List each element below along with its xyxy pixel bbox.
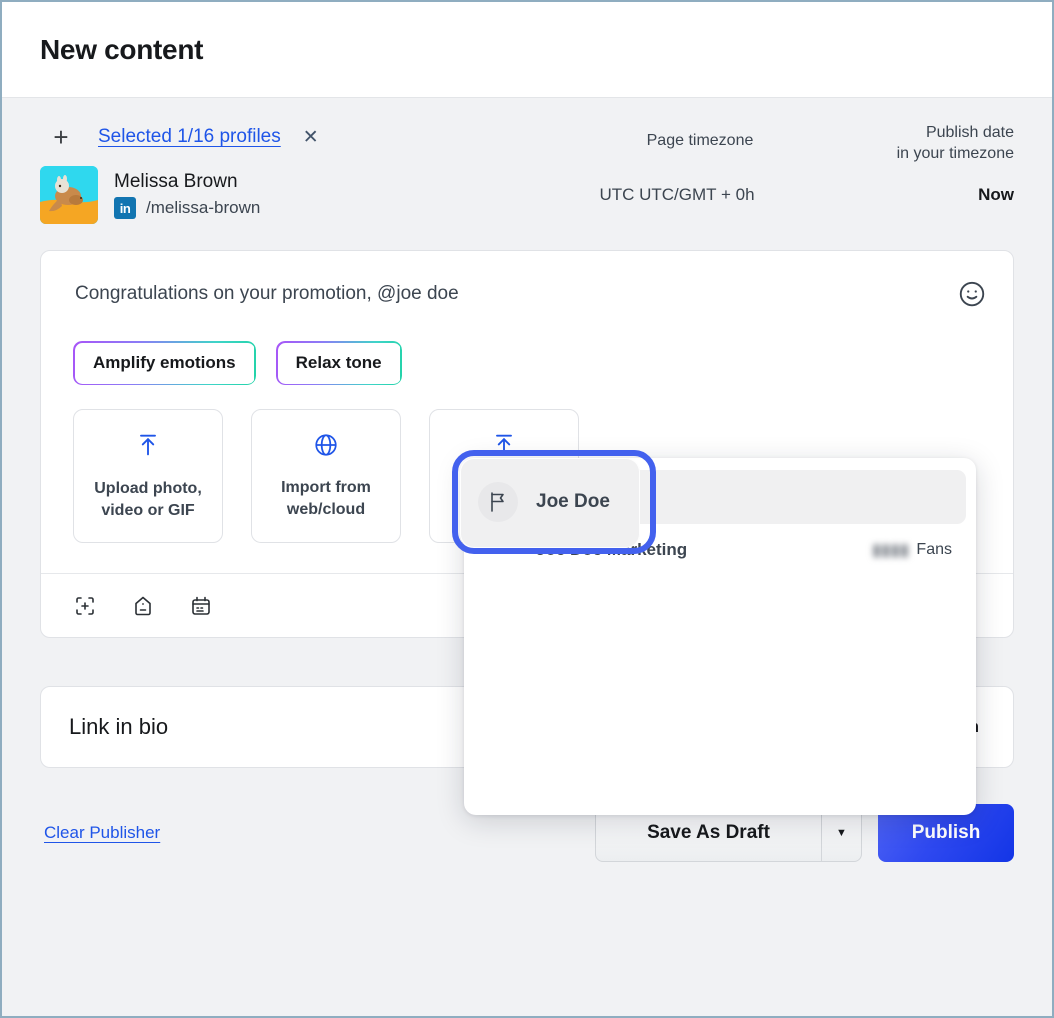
ai-chip-label: Relax tone	[296, 353, 382, 373]
tag-icon[interactable]	[131, 594, 155, 618]
fans-count: ▮▮▮▮ Fans	[872, 540, 952, 560]
post-text-input[interactable]: Congratulations on your promotion, @joe …	[75, 281, 957, 307]
media-card-line1: Import from	[281, 477, 371, 499]
avatar	[40, 166, 98, 224]
import-web-cloud-card[interactable]: Import from web/cloud	[251, 409, 401, 543]
mention-selected-label: Joe Doe	[536, 491, 610, 513]
smiley-icon[interactable]	[957, 279, 987, 314]
media-card-line1: Upload photo,	[94, 478, 202, 500]
ai-suggestion-chips: Amplify emotions Relax tone	[41, 314, 1013, 385]
profile-text: Melissa Brown in /melissa-brown	[114, 171, 260, 219]
fans-label: Fans	[916, 541, 952, 559]
mention-selected-item[interactable]: Joe Doe	[478, 482, 610, 522]
profile-handle-row: in /melissa-brown	[114, 197, 260, 219]
editor-text-row: Congratulations on your promotion, @joe …	[41, 251, 1013, 314]
flag-icon	[478, 482, 518, 522]
window-titlebar: New content	[2, 2, 1052, 98]
publisher-body: Page timezone Publish date in your timez…	[2, 98, 1052, 1016]
media-card-line2: video or GIF	[94, 500, 202, 522]
publisher-window: New content Page timezone Publish date i…	[0, 0, 1054, 1018]
profile-publish-date[interactable]: Now	[814, 185, 1014, 205]
crop-frame-icon[interactable]	[73, 594, 97, 618]
linkedin-icon: in	[114, 197, 136, 219]
media-card-line2: web/cloud	[281, 499, 371, 521]
ai-chip-relax-tone[interactable]: Relax tone	[276, 341, 402, 385]
selected-profiles-link[interactable]: Selected 1/16 profiles	[98, 126, 281, 148]
ai-chip-label: Amplify emotions	[93, 353, 236, 373]
link-in-bio-title: Link in bio	[69, 714, 168, 740]
mention-suggestion-popup: Joe Doe Marketing ▮▮▮▮ Fans Joe Doe	[464, 458, 976, 815]
calendar-icon[interactable]	[189, 594, 213, 618]
upload-icon	[134, 431, 162, 464]
profile-timezone[interactable]: UTC UTC/GMT + 0h	[562, 185, 792, 205]
upload-media-card[interactable]: Upload photo, video or GIF	[73, 409, 223, 543]
fans-count-value: ▮▮▮▮	[872, 540, 909, 560]
profile-name: Melissa Brown	[114, 171, 260, 193]
profile-selector-row: + Selected 1/16 profiles ✕	[40, 98, 1014, 158]
selected-profile-row: Melissa Brown in /melissa-brown UTC UTC/…	[40, 158, 1014, 232]
media-card-label: Import from web/cloud	[281, 477, 371, 521]
ai-chip-amplify-emotions[interactable]: Amplify emotions	[73, 341, 256, 385]
globe-icon	[313, 432, 339, 463]
profile-handle: /melissa-brown	[146, 198, 260, 218]
close-icon[interactable]: ✕	[303, 128, 319, 147]
page-title: New content	[40, 34, 203, 66]
media-card-label: Upload photo, video or GIF	[94, 478, 202, 522]
clear-publisher-link[interactable]: Clear Publisher	[40, 823, 160, 843]
plus-icon[interactable]: +	[40, 124, 82, 150]
